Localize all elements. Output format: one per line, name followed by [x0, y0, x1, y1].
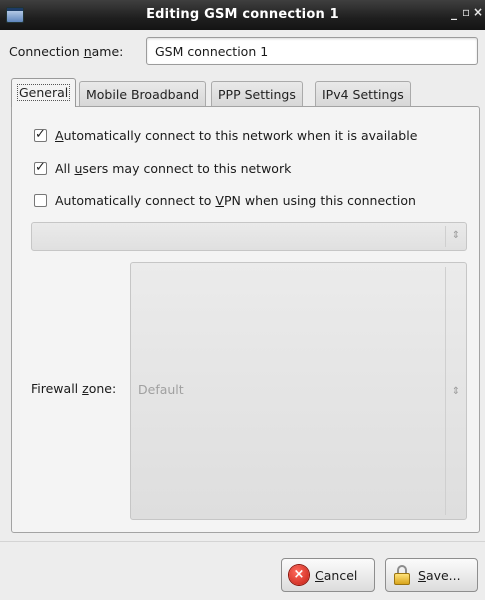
general-tab-panel: Automatically connect to this network wh…: [11, 106, 480, 533]
firewall-zone-label-post: one:: [88, 381, 117, 396]
tab-ppp-settings-label: PPP Settings: [218, 87, 296, 102]
connection-name-label-post: ame:: [91, 44, 124, 59]
vpn-select[interactable]: ⇕: [31, 222, 467, 251]
tab-general[interactable]: General: [11, 78, 77, 107]
auto-vpn-checkbox[interactable]: [34, 193, 47, 207]
cancel-button[interactable]: × Cancel: [281, 558, 375, 592]
lock-icon: [393, 565, 411, 585]
cancel-button-label: Cancel: [315, 568, 357, 583]
save-button-mnemonic: S: [418, 567, 426, 583]
cancel-button-text: ancel: [323, 567, 358, 583]
auto-vpn-label-mnemonic: V: [215, 192, 224, 208]
connection-name-label-mnemonic: n: [83, 44, 92, 59]
firewall-zone-label: Firewall zone:: [31, 381, 116, 396]
auto-connect-label-mnemonic: A: [55, 127, 64, 143]
all-users-label-pre: All: [55, 160, 75, 176]
firewall-zone-value: Default: [138, 382, 184, 397]
title-bar[interactable]: Editing GSM connection 1 _ ▫ ×: [0, 0, 485, 30]
all-users-label-post: sers may connect to this network: [82, 160, 292, 176]
all-users-option[interactable]: All users may connect to this network: [34, 159, 291, 177]
auto-vpn-label: Automatically connect to VPN when using …: [55, 193, 416, 208]
save-button-label: Save...: [418, 568, 461, 583]
save-button-text: ave...: [425, 567, 461, 583]
auto-connect-checkbox[interactable]: [34, 127, 47, 142]
firewall-zone-label-pre: Firewall: [31, 381, 83, 396]
firewall-zone-select[interactable]: Default ⇕: [130, 262, 467, 520]
auto-vpn-option[interactable]: Automatically connect to VPN when using …: [34, 191, 416, 209]
cancel-button-mnemonic: C: [315, 567, 324, 583]
tab-ppp-settings[interactable]: PPP Settings: [211, 81, 303, 106]
auto-vpn-label-post: PN when using this connection: [223, 192, 416, 208]
tab-mobile-broadband-label: Mobile Broadband: [86, 87, 200, 102]
auto-connect-label-text: utomatically connect to this network whe…: [63, 127, 418, 143]
up-down-arrows-icon: ⇕: [445, 226, 466, 247]
connection-name-label: Connection name:: [9, 44, 123, 59]
tab-ipv4-settings-label: IPv4 Settings: [322, 87, 404, 102]
connection-name-label-pre: Connection: [9, 44, 84, 59]
save-button[interactable]: Save...: [385, 558, 478, 592]
auto-connect-option[interactable]: Automatically connect to this network wh…: [34, 126, 417, 144]
tab-general-label: General: [16, 84, 71, 101]
auto-connect-label: Automatically connect to this network wh…: [55, 128, 417, 143]
all-users-checkbox[interactable]: [34, 160, 47, 175]
tab-mobile-broadband[interactable]: Mobile Broadband: [79, 81, 207, 106]
cancel-icon: ×: [289, 565, 309, 585]
minimize-button[interactable]: _: [451, 6, 457, 20]
close-button[interactable]: ×: [473, 5, 483, 19]
all-users-label: All users may connect to this network: [55, 161, 291, 176]
button-area-separator: [0, 541, 485, 542]
connection-name-input[interactable]: [146, 37, 478, 65]
maximize-button[interactable]: ▫: [462, 5, 470, 19]
up-down-arrows-icon: ⇕: [445, 267, 466, 515]
auto-vpn-label-pre: Automatically connect to: [55, 192, 216, 208]
window-title: Editing GSM connection 1: [146, 7, 339, 22]
tab-ipv4-settings[interactable]: IPv4 Settings: [315, 81, 411, 106]
